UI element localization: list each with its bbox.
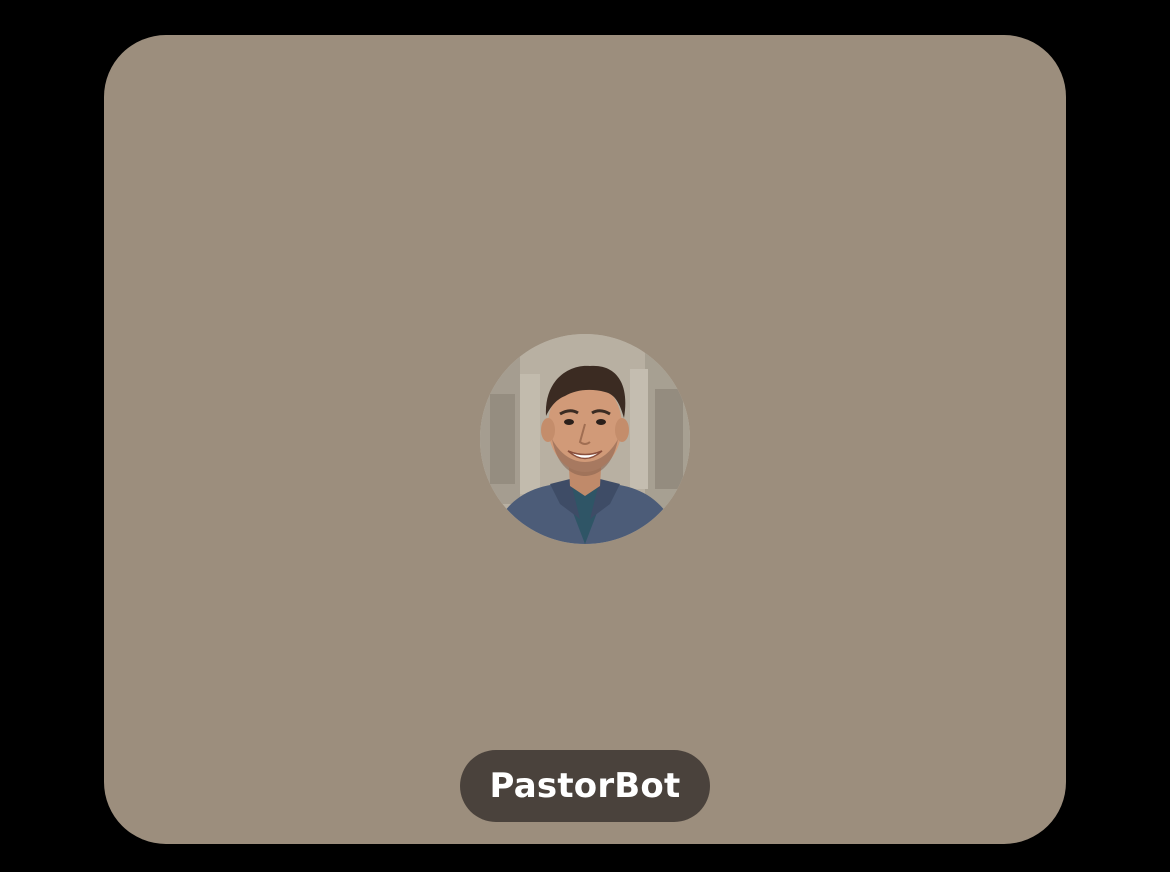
participant-avatar bbox=[480, 334, 690, 544]
participant-name: PastorBot bbox=[489, 766, 681, 806]
participant-name-badge: PastorBot bbox=[460, 750, 710, 822]
participant-video-tile[interactable]: PastorBot bbox=[104, 35, 1066, 844]
avatar-portrait-image bbox=[480, 334, 690, 544]
